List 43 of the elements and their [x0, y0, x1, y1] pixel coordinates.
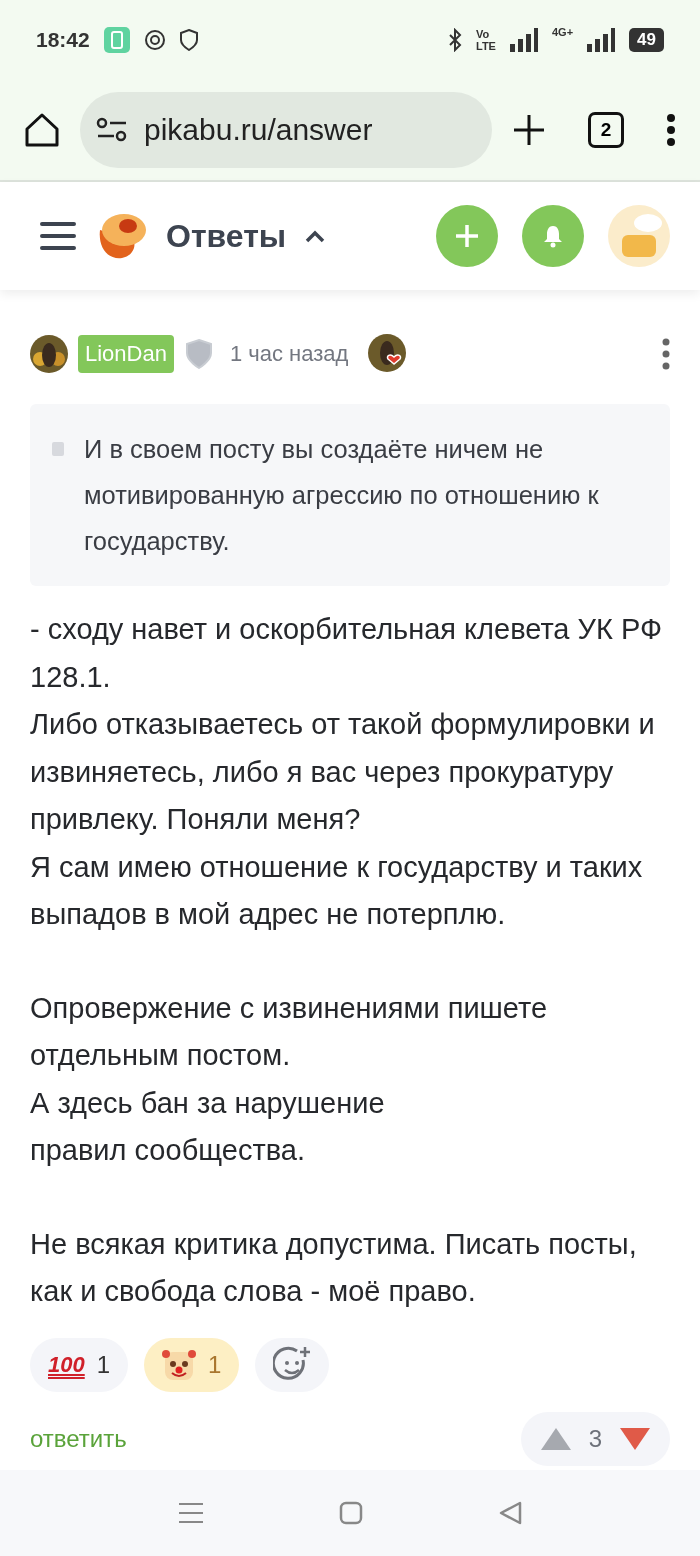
rating-count: 3 [588, 1424, 602, 1453]
reaction-button[interactable]: 100 1 [30, 1337, 129, 1392]
comment-text: Опровержение с извинениями пишете отдельным постом. [30, 990, 549, 1073]
menu-icon[interactable] [666, 113, 676, 147]
signal-icon [509, 28, 538, 52]
post-author-avatar [368, 334, 409, 374]
new-tab-icon[interactable] [512, 113, 546, 147]
comment-text: Я сам имею отношение к государству и таких выпадов в мой адрес не потерплю. [30, 849, 644, 932]
reaction-count: 1 [96, 1350, 111, 1379]
comment-time: 1 час назад [229, 341, 349, 367]
downvote-icon[interactable] [618, 1425, 652, 1452]
recent-apps-icon[interactable] [177, 1502, 204, 1524]
signal-icon [587, 28, 616, 52]
network-type: 4G+ [551, 26, 574, 38]
menu-icon[interactable] [40, 221, 76, 251]
battery-saver-icon [103, 27, 130, 53]
home-icon[interactable] [24, 112, 60, 148]
comment-text: правил сообщества. [30, 1133, 306, 1168]
shield-icon [183, 338, 214, 370]
battery-indicator: 49 [629, 28, 664, 52]
address-bar[interactable]: pikabu.ru/answer [80, 92, 492, 168]
hundred-emoji: 100 [48, 1351, 85, 1378]
volte-indicator: Vo LTE [476, 28, 496, 52]
url-text: pikabu.ru/answer [144, 113, 373, 147]
more-icon[interactable] [662, 338, 670, 370]
comment-text: А здесь бан за нарушение [30, 1085, 386, 1121]
clown-face-icon [162, 1347, 197, 1382]
caret-icon[interactable] [304, 229, 327, 243]
bluetooth-icon [448, 28, 462, 52]
quote-text: И в своем посту вы создаёте ничем не мотивированную агрессию по отношению к государству. [84, 434, 600, 557]
author-avatar [30, 335, 68, 373]
status-time: 18:42 [36, 28, 90, 52]
comment-text: Не всякая критика допустима. Писать посты, как и свобода слова - моё право. [30, 1226, 638, 1309]
tab-count-button[interactable]: 2 [588, 112, 624, 148]
bell-icon [542, 224, 564, 248]
section-title[interactable]: Ответы [166, 217, 287, 255]
shield-icon [179, 29, 198, 51]
comment-text: Либо отказываетесь от такой формулировки и извиняетесь, либо я вас через прокуратуру привлеку. Поняли меня? [30, 707, 656, 837]
comment-text: - сходу навет и оскорбительная клевета УК РФ 128.1. [30, 612, 663, 695]
back-icon[interactable] [498, 1501, 523, 1525]
reaction-count: 1 [208, 1350, 222, 1379]
site-settings-icon[interactable] [96, 117, 128, 143]
plus-icon [454, 223, 480, 249]
